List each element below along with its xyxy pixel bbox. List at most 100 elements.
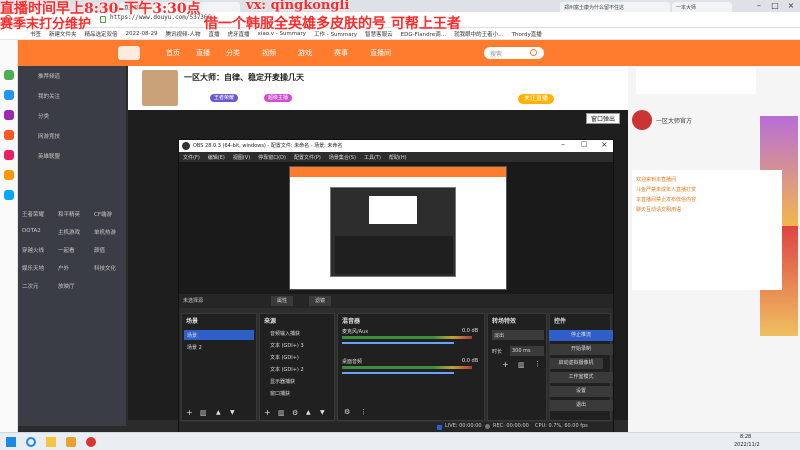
streamer-avatar[interactable] [142,70,178,106]
sidebar-item[interactable]: 推荐频道 [38,72,60,80]
volume-slider[interactable] [342,372,454,374]
minimize-icon[interactable]: – [752,1,766,11]
transition-select[interactable]: 淡出 [492,330,544,340]
menu-item[interactable]: 编辑(E) [208,154,225,161]
filters-button[interactable]: 滤镜 [309,296,332,306]
sidebar-item[interactable]: 放映厅 [58,282,75,290]
nav-item[interactable]: 视频 [262,48,276,58]
stop-streaming-button[interactable]: 停止推流 [549,330,613,341]
sidebar-item[interactable]: 王者荣耀 [22,210,44,218]
sidebar-item[interactable]: CF端游 [94,210,112,218]
trash-icon[interactable]: ▥ [518,361,525,369]
sidebar-item[interactable]: 分类 [38,112,49,120]
sidebar-item[interactable]: 和平精英 [58,210,80,218]
sidebar-item[interactable]: DOTA2 [22,228,41,234]
nav-item[interactable]: 分类 [226,48,240,58]
minimize-icon[interactable]: – [561,140,565,149]
app-icon[interactable] [4,150,14,160]
chevron-down-icon[interactable]: ▼ [320,409,325,416]
source-item[interactable]: 文本 (GDI+) [270,354,299,361]
sidebar-item[interactable]: 科技文化 [94,264,116,272]
add-source-button[interactable]: + [264,408,271,417]
source-item[interactable]: 文本 (GDI+) 2 [270,366,304,373]
app-icon[interactable] [4,190,14,200]
scene-item[interactable]: 场景 2 [187,344,202,351]
sidebar-item[interactable]: 网游竞技 [38,132,60,140]
chevron-down-icon[interactable]: ▼ [230,409,235,416]
menu-dots-icon[interactable]: ⋮ [534,360,541,368]
browser-tab[interactable]: 一本大师 [672,2,732,12]
scene-item[interactable]: 场景 [184,330,254,340]
app-icon[interactable] [66,437,76,447]
add-transition-button[interactable]: + [502,360,509,369]
sidebar-item[interactable]: 娱乐天地 [22,264,44,272]
source-item[interactable]: 音频输入捕获 [270,330,300,337]
source-item[interactable]: 窗口捕获 [270,390,290,397]
duration-input[interactable]: 300 ms [510,346,544,356]
source-item[interactable]: 文本 (GDI+) 3 [270,342,304,349]
virtual-camera-button[interactable]: 启动虚拟摄像机 [549,358,603,369]
bookmark-item[interactable]: Thordy直播 [512,30,542,38]
tag-badge[interactable]: 超级主播 [264,94,293,102]
sidebar-item[interactable]: 颜值 [94,246,105,254]
nav-item[interactable]: 直播 [196,48,210,58]
app-icon[interactable] [4,70,14,80]
app-icon[interactable] [4,130,14,140]
obs-title-bar[interactable]: OBS 28.0.3 (64-bit, windows) - 配置文件: 未命名… [179,140,613,152]
file-explorer-icon[interactable] [46,437,56,447]
chevron-up-icon[interactable]: ▲ [306,409,311,416]
nav-item[interactable]: 游戏 [298,48,312,58]
search-icon[interactable] [530,49,537,56]
nav-item[interactable]: 直播间 [370,48,391,58]
trash-icon[interactable]: ▥ [200,409,207,417]
gear-icon[interactable]: ⚙ [292,409,298,417]
douyu-logo[interactable] [118,46,140,60]
search-icon[interactable] [26,437,36,447]
gear-icon[interactable]: ⚙ [344,408,350,416]
app-icon[interactable] [4,170,14,180]
bookmark-item[interactable]: 2022-08-29 [126,31,158,37]
add-scene-button[interactable]: + [186,408,193,417]
trash-icon[interactable]: ▥ [278,409,285,417]
menu-item[interactable]: 配置文件(P) [294,154,321,161]
browser-tab-active[interactable]: 郑州富士康为什么留不住这 [560,2,670,12]
follow-button[interactable]: 关注直播 [518,94,555,104]
sidebar-item[interactable]: 户外 [58,264,69,272]
settings-button[interactable]: 设置 [549,386,613,397]
nav-item[interactable]: 首页 [166,48,180,58]
volume-slider[interactable] [342,342,454,344]
sidebar-item[interactable]: 英雄联盟 [38,152,60,160]
bookmark-item[interactable]: 腾讯视频-人物 [166,30,201,38]
owner-avatar[interactable] [632,110,652,130]
menu-item[interactable]: 场景集合(S) [329,154,356,161]
maximize-icon[interactable]: □ [768,1,782,11]
nav-item[interactable]: 赛事 [334,48,348,58]
chevron-up-icon[interactable]: ▲ [216,409,221,416]
exit-button[interactable]: 退出 [549,400,613,411]
studio-mode-button[interactable]: 工作室模式 [549,372,613,383]
sidebar-item[interactable]: 主机游戏 [58,228,80,236]
sidebar-item[interactable]: 我的关注 [38,92,60,100]
obs-preview[interactable] [179,162,613,294]
menu-item[interactable]: 文件(F) [183,154,200,161]
menu-item[interactable]: 帮助(H) [389,154,407,161]
properties-button[interactable]: 属性 [271,296,294,306]
sidebar-item[interactable]: 单机热游 [94,228,116,236]
menu-dots-icon[interactable]: ⋮ [360,408,367,416]
menu-item[interactable]: 视图(V) [233,154,250,161]
menu-item[interactable]: 停靠窗口(D) [258,154,286,161]
close-icon[interactable]: × [784,1,798,11]
start-icon[interactable] [6,437,16,447]
browser-icon[interactable] [86,437,96,447]
close-icon[interactable]: × [601,140,608,149]
app-icon[interactable] [4,110,14,120]
sidebar-item[interactable]: 二次元 [22,282,39,290]
sidebar-item[interactable]: 穿越火线 [22,246,44,254]
menu-item[interactable]: 工具(T) [364,154,381,161]
source-item[interactable]: 显示器捕获 [270,378,295,385]
start-recording-button[interactable]: 开始录制 [549,344,613,355]
maximize-icon[interactable]: □ [581,140,588,148]
tag-badge[interactable]: 王者荣耀 [210,94,239,102]
bookmark-item[interactable]: 就我眼中的王者小… [454,30,504,38]
popout-button[interactable]: 窗口弹出 [586,113,621,124]
